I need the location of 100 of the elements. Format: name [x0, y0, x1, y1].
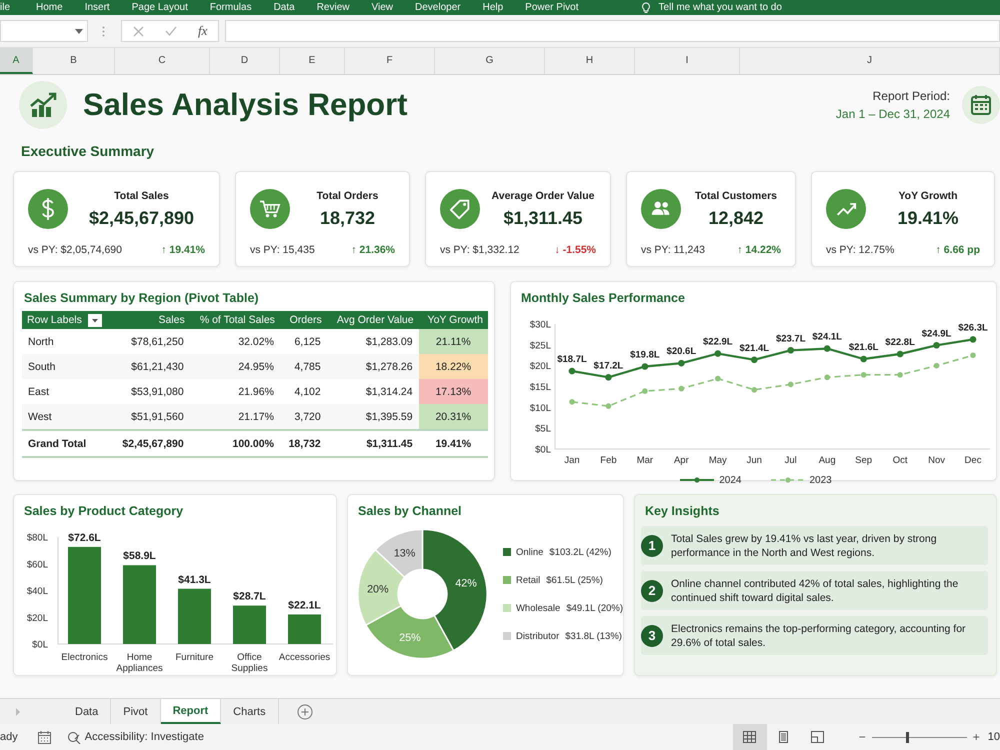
trend-up-icon: [826, 189, 866, 229]
column-header[interactable]: B: [33, 48, 115, 74]
accessibility-icon: [66, 730, 81, 744]
table-cell: $1,314.24: [326, 379, 419, 404]
insert-function-button[interactable]: fx: [198, 23, 208, 39]
table-cell: North: [22, 329, 112, 354]
table-cell: West: [22, 404, 112, 430]
sheet-tab[interactable]: Report: [160, 699, 222, 724]
normal-view-icon[interactable]: [732, 724, 767, 750]
formula-input[interactable]: [225, 20, 1000, 42]
point: [933, 342, 940, 349]
zoom-out-button[interactable]: −: [858, 730, 866, 744]
zoom-in-button[interactable]: +: [972, 730, 980, 744]
point: [715, 376, 721, 382]
column-header[interactable]: D: [210, 48, 280, 74]
kpi-title: Total Orders: [316, 190, 380, 202]
insight-text: Electronics remains the top-performing category, accounting for 29.6% of total sales.: [671, 622, 967, 650]
point: [569, 399, 575, 405]
insight-text: Online channel contributed 42% of total sales, highlighting the continued shift toward digital sales.: [671, 576, 960, 604]
data-label: $19.8L: [630, 350, 660, 360]
column-header[interactable]: F: [345, 48, 435, 74]
ribbon-tab[interactable]: Power Pivot: [525, 1, 579, 14]
point: [750, 356, 758, 364]
table-cell: $61,21,430: [112, 354, 190, 379]
ribbon-tab[interactable]: Page Layout: [132, 1, 188, 14]
column-header: Avg Order Value: [326, 311, 419, 329]
data-label: 20%: [367, 583, 389, 596]
point: [788, 382, 794, 388]
tell-me-search[interactable]: Tell me what you want to do: [658, 1, 782, 14]
ribbon-tab[interactable]: Developer: [415, 1, 461, 14]
change-value: ↑ 19.41%: [161, 244, 205, 256]
kpi-title: Average Order Value: [490, 190, 596, 202]
column-header[interactable]: I: [635, 48, 740, 74]
status-text: ady: [0, 731, 18, 743]
data-label: $21.6L: [848, 342, 878, 353]
column-header[interactable]: E: [280, 48, 345, 74]
legend-label: Distributor: [516, 630, 560, 642]
table-cell: 18.22%: [418, 354, 488, 379]
table-cell: 4,102: [280, 379, 327, 404]
column-header[interactable]: J: [740, 48, 1000, 74]
chart-logo-icon: [19, 81, 67, 129]
comparison-text: vs PY: 11,243: [641, 244, 706, 256]
ribbon-tab[interactable]: ile: [0, 1, 10, 14]
scroll-right-icon: [15, 708, 21, 716]
ribbon-tab[interactable]: Home: [36, 1, 63, 14]
dollar-icon: [28, 189, 68, 229]
point: [642, 363, 648, 370]
data-label: $58.9L: [123, 550, 156, 562]
table-cell: $78,61,250: [112, 329, 190, 354]
axis-label: Apr: [674, 455, 689, 466]
data-label: 13%: [394, 548, 416, 560]
data-label: $26.3L: [958, 322, 988, 334]
comparison-text: vs PY: $1,332.12: [440, 244, 520, 256]
point: [678, 360, 685, 366]
table-cell: 3,720: [280, 404, 327, 430]
axis-label: May: [708, 455, 727, 466]
table-cell: $1,278.26: [326, 354, 419, 379]
point: [606, 403, 612, 409]
zoom-slider[interactable]: [872, 732, 967, 742]
table-cell: 21.96%: [190, 379, 280, 404]
column-header[interactable]: A: [0, 48, 33, 74]
table-cell: 6,125: [280, 329, 327, 354]
data-label: $28.7L: [233, 590, 266, 603]
data-label: $24.9L: [922, 328, 952, 340]
axis-label: $25L: [530, 340, 551, 352]
axis-label: $40L: [26, 586, 48, 597]
data-label: $72.6L: [68, 532, 101, 544]
column-header[interactable]: H: [545, 48, 635, 74]
table-cell: $1,395.59: [326, 404, 419, 430]
kpi-value: 12,842: [707, 208, 765, 228]
table-cell: $51,91,560: [112, 404, 190, 430]
change-value: ↓ -1.55%: [554, 244, 596, 256]
slider-thumb[interactable]: [906, 732, 909, 742]
ribbon-tab[interactable]: View: [372, 1, 393, 14]
close-icon: [132, 26, 144, 36]
table-cell: East: [22, 379, 112, 404]
column-header[interactable]: C: [115, 48, 210, 74]
axis-label: $15L: [530, 382, 551, 393]
number-badge: 1: [641, 534, 663, 556]
lightbulb-icon: [640, 2, 651, 14]
ribbon-tab[interactable]: Data: [274, 1, 295, 14]
legend-label: 2024: [719, 474, 742, 486]
ribbon-tab[interactable]: Review: [316, 1, 350, 14]
table-cell: 32.02%: [190, 329, 280, 354]
axis-label: Sep: [855, 455, 872, 466]
column-header[interactable]: Row Labels: [22, 311, 112, 329]
comparison-text: vs PY: $2,05,74,690: [28, 244, 122, 256]
ribbon-tab[interactable]: Help: [482, 1, 504, 14]
axis-label: Home Appliances: [116, 652, 163, 674]
point: [605, 374, 612, 381]
add-sheet-icon[interactable]: [296, 704, 313, 720]
caret-icon: [75, 28, 83, 34]
column-header[interactable]: G: [435, 48, 545, 74]
number-badge: 2: [641, 580, 663, 602]
data-label: $21.4L: [739, 342, 770, 354]
accessibility-status[interactable]: Accessibility: Investigate: [84, 731, 204, 743]
total-cell: $1,311.45: [326, 430, 419, 457]
ribbon-tab[interactable]: Formulas: [210, 1, 252, 14]
ribbon-tab[interactable]: Insert: [84, 1, 110, 14]
point: [934, 362, 940, 368]
